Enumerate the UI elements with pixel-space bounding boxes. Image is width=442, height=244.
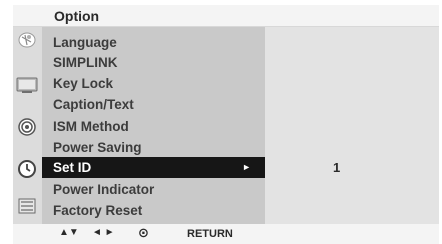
speaker-icon[interactable] xyxy=(16,117,38,137)
menu-item-label: SIMPLINK xyxy=(53,55,118,70)
menu-header: Option xyxy=(13,5,439,27)
menu-item-language[interactable]: Language xyxy=(42,32,265,53)
menu-item-power-indicator[interactable]: Power Indicator xyxy=(42,179,265,200)
right-arrow-icon: ► xyxy=(242,162,251,172)
menu-item-caption-text[interactable]: Caption/Text xyxy=(42,94,265,115)
value-panel xyxy=(265,27,439,224)
menu-item-simplink[interactable]: SIMPLINK xyxy=(42,52,265,73)
menu-item-label: Caption/Text xyxy=(53,97,134,112)
option-icon[interactable] xyxy=(16,196,38,216)
menu-item-label: Factory Reset xyxy=(53,203,143,218)
set-id-value: 1 xyxy=(333,160,341,175)
tv-icon[interactable] xyxy=(16,75,38,95)
left-right-arrows-icon: ◄ ► xyxy=(92,227,115,238)
clock-icon[interactable] xyxy=(16,159,38,179)
menu-item-label: Power Saving xyxy=(53,140,142,155)
enter-button-icon: ⊙ xyxy=(138,225,149,240)
up-down-arrows-icon: ▲▼ xyxy=(59,227,79,238)
menu-item-label: ISM Method xyxy=(53,119,129,134)
menu-item-label: Set ID xyxy=(53,160,92,175)
menu-item-ism-method[interactable]: ISM Method xyxy=(42,116,265,137)
menu-item-label: Power Indicator xyxy=(53,182,155,197)
menu-item-power-saving[interactable]: Power Saving xyxy=(42,137,265,158)
menu-item-factory-reset[interactable]: Factory Reset xyxy=(42,200,265,221)
return-label: RETURN xyxy=(187,228,233,240)
menu-item-key-lock[interactable]: Key Lock xyxy=(42,73,265,94)
footer-nav-hints: ▲▼ ◄ ► ⊙ RETURN xyxy=(13,224,439,244)
menu-title: Option xyxy=(54,8,100,24)
satellite-icon[interactable] xyxy=(16,30,38,50)
menu-item-label: Language xyxy=(53,35,117,50)
menu-item-label: Key Lock xyxy=(53,76,114,91)
menu-item-set-id[interactable]: Set ID ► xyxy=(42,157,265,178)
